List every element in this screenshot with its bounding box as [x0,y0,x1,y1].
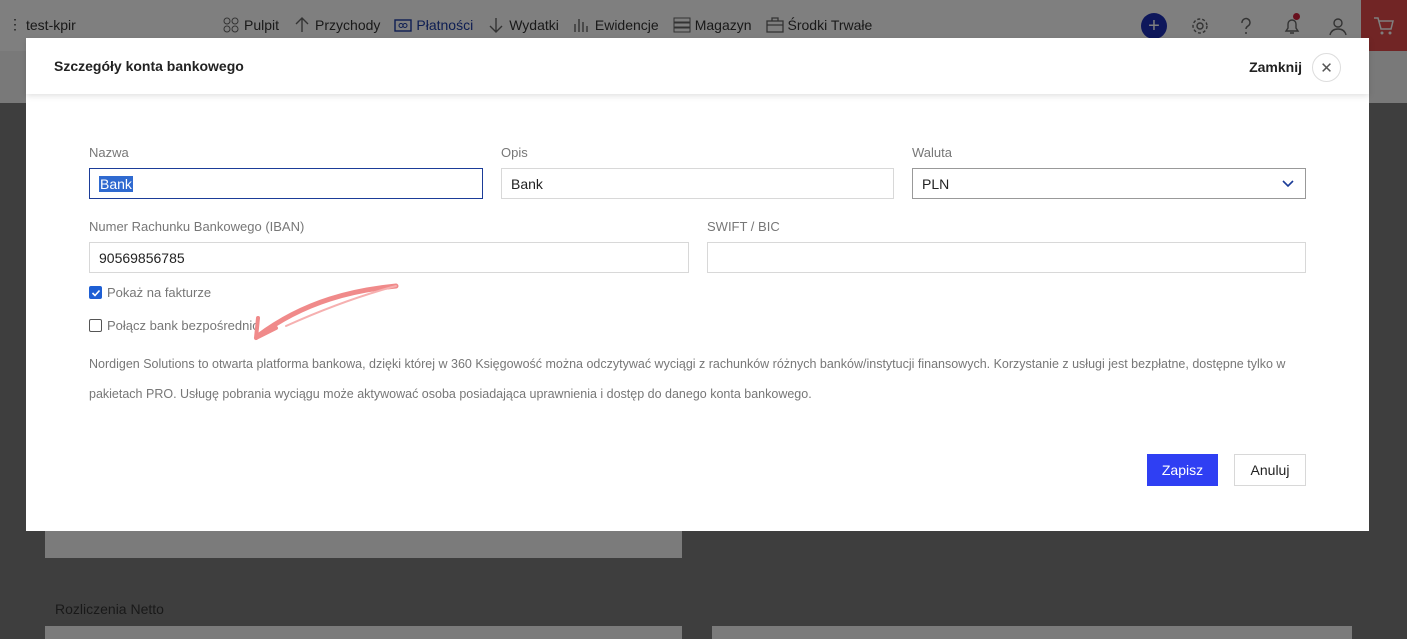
annotation-arrow-icon [254,283,399,340]
connect-bank-option[interactable]: Połącz bank bezpośrednio [89,318,260,333]
connect-bank-label: Połącz bank bezpośrednio [107,318,260,333]
currency-value: PLN [922,175,950,192]
close-button[interactable]: ✕ [1312,53,1341,82]
nordigen-info-text: Nordigen Solutions to otwarta platforma … [89,357,1286,401]
checkmark-icon [91,289,100,297]
swift-label: SWIFT / BIC [707,219,780,234]
connect-bank-checkbox[interactable] [89,319,102,332]
show-on-invoice-checkbox[interactable] [89,286,102,299]
close-label[interactable]: Zamknij [1249,59,1302,75]
dialog-title: Szczegóły konta bankowego [54,58,244,74]
name-input[interactable]: Bank [89,168,483,199]
chevron-down-icon [1282,180,1294,188]
dialog-header: Szczegóły konta bankowego Zamknij ✕ [26,38,1369,94]
cancel-button[interactable]: Anuluj [1234,454,1306,486]
iban-value: 90569856785 [99,249,185,266]
iban-input[interactable]: 90569856785 [89,242,689,273]
description-input[interactable]: Bank [501,168,894,199]
name-label: Nazwa [89,145,129,160]
bank-account-dialog: Szczegóły konta bankowego Zamknij ✕ Nazw… [26,38,1369,531]
swift-input[interactable] [707,242,1306,273]
show-on-invoice-label: Pokaż na fakturze [107,285,212,300]
name-value: Bank [99,175,133,192]
description-value: Bank [511,175,543,192]
currency-label: Waluta [912,145,952,160]
description-label: Opis [501,145,528,160]
currency-select[interactable]: PLN [912,168,1306,199]
show-on-invoice-option[interactable]: Pokaż na fakturze [89,285,211,300]
iban-label: Numer Rachunku Bankowego (IBAN) [89,219,305,234]
close-icon: ✕ [1320,59,1333,77]
save-button[interactable]: Zapisz [1147,454,1218,486]
